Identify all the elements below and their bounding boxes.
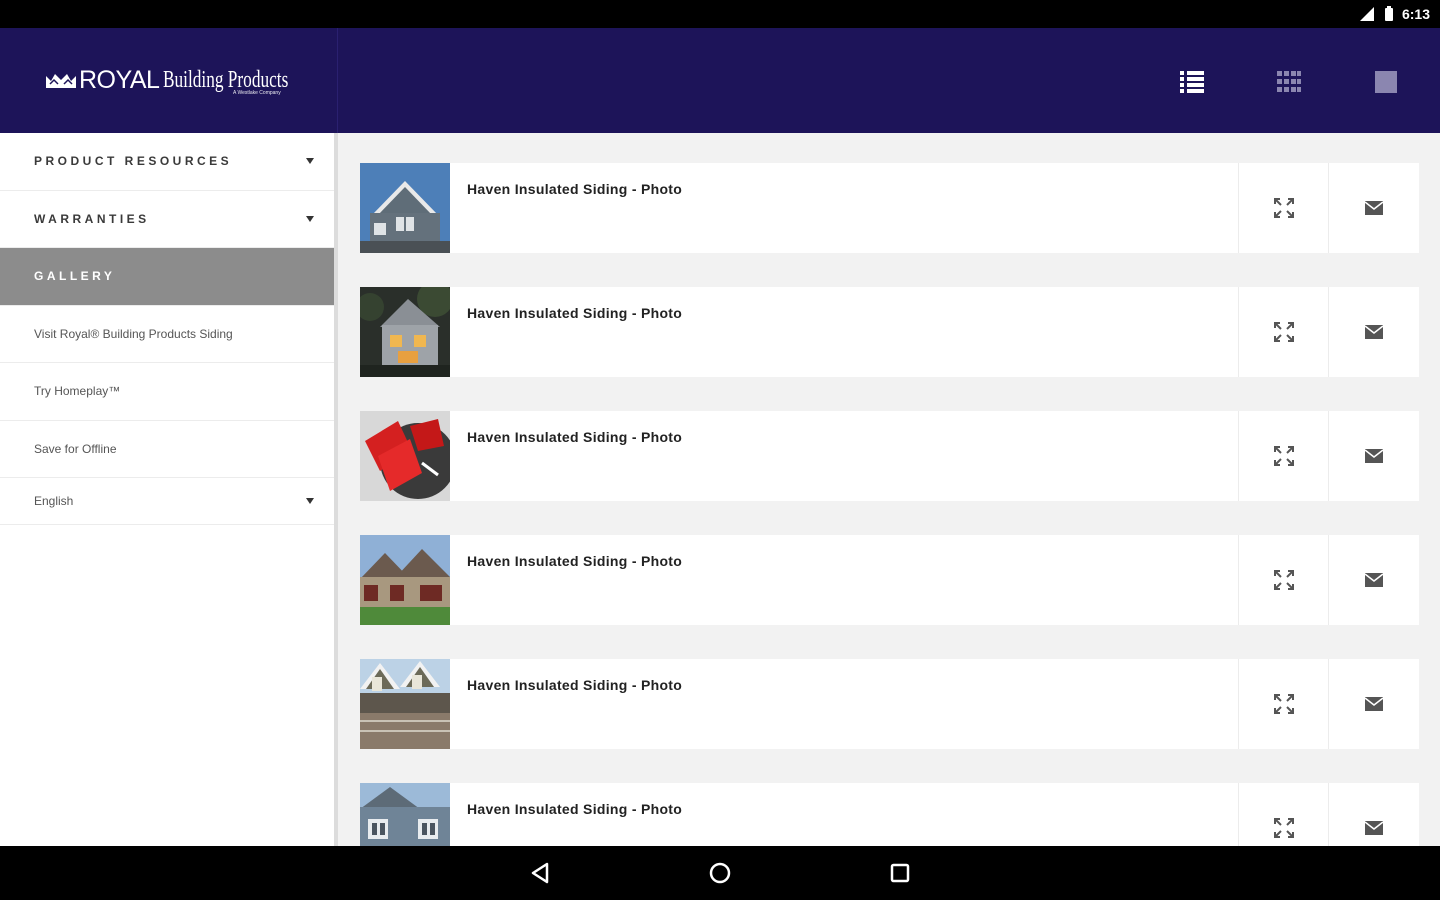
- gallery-item[interactable]: Haven Insulated Siding - Photo: [360, 411, 1419, 501]
- back-button[interactable]: [520, 853, 560, 893]
- recents-icon: [890, 863, 910, 883]
- gallery-item[interactable]: Haven Insulated Siding - Photo: [360, 659, 1419, 749]
- app-header: ROYAL Building Products A Westlake Compa…: [0, 28, 1440, 133]
- email-icon: [1364, 325, 1384, 339]
- gallery-item[interactable]: Haven Insulated Siding - Photo: [360, 783, 1419, 846]
- expand-icon: [1273, 694, 1294, 714]
- house-photo-image: [360, 163, 450, 253]
- expand-button[interactable]: [1239, 163, 1329, 253]
- list-view-icon: [1180, 71, 1204, 93]
- gallery-thumbnail[interactable]: [360, 163, 450, 253]
- expand-button[interactable]: [1239, 535, 1329, 625]
- sidebar-item-visit-siding[interactable]: Visit Royal® Building Products Siding: [0, 306, 334, 363]
- recents-button[interactable]: [880, 853, 920, 893]
- house-photo-image: [360, 783, 450, 846]
- gallery-item[interactable]: Haven Insulated Siding - Photo: [360, 287, 1419, 377]
- sidebar: PRODUCT RESOURCES WARRANTIES GALLERY Vis…: [0, 133, 338, 846]
- expand-button[interactable]: [1239, 783, 1329, 846]
- expand-button[interactable]: [1239, 287, 1329, 377]
- gallery-item-title: Haven Insulated Siding - Photo: [450, 783, 1239, 846]
- home-icon: [709, 862, 731, 884]
- signal-icon: [1359, 7, 1374, 21]
- house-photo-image: [360, 535, 450, 625]
- gallery-thumbnail[interactable]: [360, 287, 450, 377]
- gallery-item-title: Haven Insulated Siding - Photo: [450, 659, 1239, 749]
- expand-icon: [1273, 570, 1294, 590]
- language-label: English: [34, 494, 74, 508]
- gallery-item[interactable]: Haven Insulated Siding - Photo: [360, 163, 1419, 253]
- gallery-item[interactable]: Haven Insulated Siding - Photo: [360, 535, 1419, 625]
- caret-down-icon: [306, 215, 314, 222]
- status-bar: 6:13: [0, 0, 1440, 28]
- gallery-item-title: Haven Insulated Siding - Photo: [450, 535, 1239, 625]
- expand-icon: [1273, 818, 1294, 838]
- sidebar-item-gallery[interactable]: GALLERY: [0, 248, 334, 306]
- email-button[interactable]: [1329, 783, 1419, 846]
- single-view-button[interactable]: [1368, 64, 1404, 100]
- status-time: 6:13: [1401, 6, 1430, 22]
- email-button[interactable]: [1329, 659, 1419, 749]
- expand-icon: [1273, 198, 1294, 218]
- siding-swatch-image: [360, 411, 450, 501]
- battery-icon: [1384, 6, 1393, 21]
- gallery-item-title: Haven Insulated Siding - Photo: [450, 287, 1239, 377]
- expand-icon: [1273, 322, 1294, 342]
- email-icon: [1364, 697, 1384, 711]
- sidebar-item-product-resources[interactable]: PRODUCT RESOURCES: [0, 133, 334, 191]
- system-navigation-bar: [0, 846, 1440, 900]
- house-photo-image: [360, 659, 450, 749]
- email-icon: [1364, 573, 1384, 587]
- sidebar-item-save-offline[interactable]: Save for Offline: [0, 421, 334, 478]
- sidebar-item-label: GALLERY: [34, 269, 116, 284]
- gallery-thumbnail[interactable]: [360, 783, 450, 846]
- sidebar-item-label: Save for Offline: [34, 441, 117, 456]
- grid-view-icon: [1277, 71, 1301, 92]
- email-icon: [1364, 449, 1384, 463]
- email-button[interactable]: [1329, 535, 1419, 625]
- expand-button[interactable]: [1239, 659, 1329, 749]
- expand-icon: [1273, 446, 1294, 466]
- logo-tagline: A Westlake Company: [233, 90, 281, 96]
- gallery-thumbnail[interactable]: [360, 535, 450, 625]
- language-select[interactable]: English: [0, 478, 334, 525]
- caret-down-icon: [306, 498, 314, 504]
- square-icon: [1375, 71, 1397, 93]
- email-icon: [1364, 821, 1384, 835]
- home-button[interactable]: [700, 853, 740, 893]
- sidebar-item-label: Visit Royal® Building Products Siding: [34, 326, 233, 341]
- app-window: ROYAL Building Products A Westlake Compa…: [0, 28, 1440, 846]
- sidebar-item-label: WARRANTIES: [34, 211, 150, 226]
- expand-button[interactable]: [1239, 411, 1329, 501]
- logo-area: ROYAL Building Products A Westlake Compa…: [0, 28, 338, 133]
- house-photo-image: [360, 287, 450, 377]
- grid-view-button[interactable]: [1271, 64, 1307, 100]
- sidebar-item-homeplay[interactable]: Try Homeplay™: [0, 363, 334, 421]
- crown-icon: [46, 73, 76, 88]
- gallery-thumbnail[interactable]: [360, 411, 450, 501]
- sidebar-item-label: PRODUCT RESOURCES: [34, 154, 233, 169]
- logo-brand-text: ROYAL: [79, 66, 160, 94]
- caret-down-icon: [306, 158, 314, 165]
- email-button[interactable]: [1329, 163, 1419, 253]
- gallery-item-title: Haven Insulated Siding - Photo: [450, 411, 1239, 501]
- gallery-list: Haven Insulated Siding - Photo Haven Ins…: [342, 133, 1440, 846]
- gallery-thumbnail[interactable]: [360, 659, 450, 749]
- email-icon: [1364, 201, 1384, 215]
- list-view-button[interactable]: [1174, 64, 1210, 100]
- sidebar-item-warranties[interactable]: WARRANTIES: [0, 191, 334, 248]
- gallery-item-title: Haven Insulated Siding - Photo: [450, 163, 1239, 253]
- sidebar-item-label: Try Homeplay™: [34, 384, 121, 399]
- email-button[interactable]: [1329, 287, 1419, 377]
- email-button[interactable]: [1329, 411, 1419, 501]
- royal-logo[interactable]: ROYAL Building Products: [45, 66, 337, 95]
- back-icon: [531, 862, 549, 884]
